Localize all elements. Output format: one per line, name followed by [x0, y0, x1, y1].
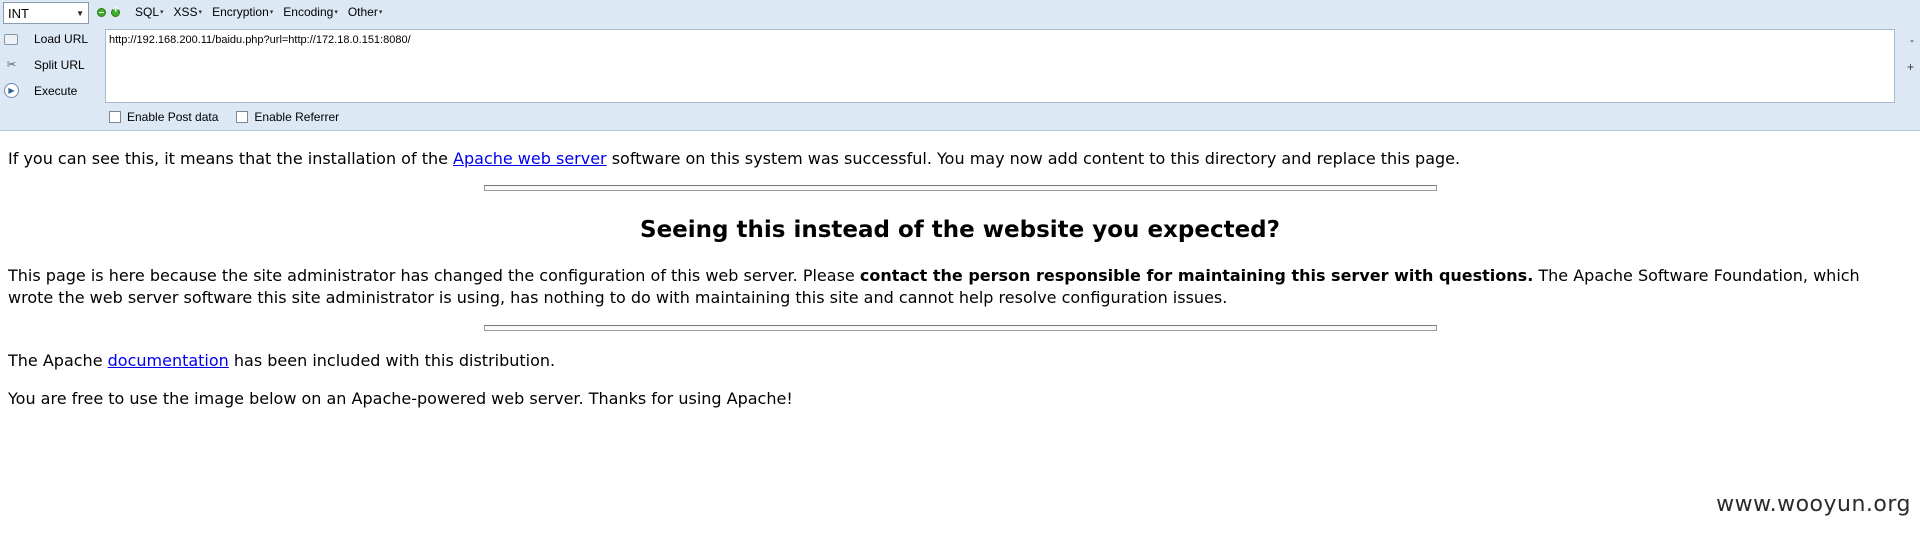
menu-other[interactable]: Other ▾ — [348, 5, 383, 19]
doc-text-start: The Apache — [8, 351, 108, 370]
intro-text-start: If you can see this, it means that the i… — [8, 149, 454, 168]
load-url-label: Load URL — [34, 32, 89, 46]
menu-encoding[interactable]: Encoding ▾ — [283, 5, 338, 19]
shrink-button[interactable]: - — [1910, 33, 1914, 47]
execute-button[interactable]: ▶ Execute — [0, 81, 100, 101]
enable-post-checkbox[interactable]: Enable Post data — [109, 110, 218, 124]
checkbox-box[interactable] — [236, 111, 249, 123]
watermark: www.wooyun.org — [1716, 492, 1911, 517]
menu-sql-label: SQL — [135, 5, 160, 19]
hackbar-toolbar: INT ▼ SQL▾ XSS▾ Encryption▾ Encoding▾ Ot… — [0, 0, 1920, 131]
caret-down-icon: ▾ — [269, 9, 274, 16]
hackbar-options: Enable Post data Enable Referrer — [109, 110, 339, 124]
menu-encryption[interactable]: Encryption ▾ — [212, 5, 273, 19]
textbox-icon — [4, 34, 18, 45]
split-url-button[interactable]: ✂ Split URL — [0, 55, 100, 75]
caret-down-icon: ▾ — [198, 9, 203, 16]
enable-referrer-checkbox[interactable]: Enable Referrer — [236, 110, 339, 124]
divider — [484, 185, 1437, 191]
plus-icon[interactable] — [111, 5, 120, 17]
menu-encryption-label: Encryption — [212, 5, 269, 19]
admin-text-start: This page is here because the site admin… — [8, 266, 860, 285]
enable-referrer-label: Enable Referrer — [254, 110, 340, 124]
caret-down-icon: ▾ — [160, 9, 164, 16]
menu-encoding-label: Encoding — [283, 5, 334, 19]
checkbox-box[interactable] — [109, 111, 121, 123]
scissors-icon: ✂ — [6, 59, 17, 71]
intro-text-end: software on this system was successful. … — [606, 149, 1461, 168]
execute-label: Execute — [34, 84, 78, 98]
chevron-down-icon: ▼ — [76, 8, 84, 18]
url-textarea[interactable]: http://192.168.200.11/baidu.php?url=http… — [105, 29, 1895, 103]
documentation-paragraph: The Apache documentation has been includ… — [8, 350, 555, 372]
menu-xss-label: XSS — [173, 5, 198, 19]
load-url-button[interactable]: Load URL — [0, 29, 100, 49]
image-usage-paragraph: You are free to use the image below on a… — [8, 389, 793, 408]
type-select-value: INT — [8, 5, 29, 21]
type-select[interactable]: INT ▼ — [3, 2, 89, 24]
admin-text-bold: contact the person responsible for maint… — [859, 266, 1534, 285]
menu-other-label: Other — [347, 5, 378, 19]
caret-down-icon: ▾ — [378, 9, 383, 16]
play-icon: ▶ — [4, 83, 19, 98]
menu-xss[interactable]: XSS ▾ — [174, 5, 203, 19]
toggle-icons — [97, 5, 120, 17]
divider — [484, 325, 1437, 331]
documentation-link[interactable]: documentation — [108, 351, 229, 370]
split-url-label: Split URL — [34, 58, 85, 72]
hackbar-menu-row: INT ▼ SQL▾ XSS▾ Encryption▾ Encoding▾ Ot… — [0, 0, 1920, 26]
doc-text-end: has been included with this distribution… — [228, 351, 556, 370]
hackbar-menus: SQL ▾ XSS ▾ Encryption ▾ Encoding ▾ Other ▾ — [135, 5, 382, 19]
admin-paragraph: This page is here because the site admin… — [8, 265, 1908, 309]
minus-icon[interactable] — [97, 8, 106, 17]
apache-web-server-link[interactable]: Apache web server — [453, 149, 607, 168]
menu-sql[interactable]: SQL ▾ — [135, 5, 164, 19]
page-heading: Seeing this instead of the website you e… — [640, 217, 1280, 243]
enable-post-label: Enable Post data — [127, 110, 219, 124]
intro-paragraph: If you can see this, it means that the i… — [8, 148, 1460, 170]
expand-button[interactable]: + — [1907, 60, 1914, 74]
caret-down-icon: ▾ — [334, 9, 338, 16]
